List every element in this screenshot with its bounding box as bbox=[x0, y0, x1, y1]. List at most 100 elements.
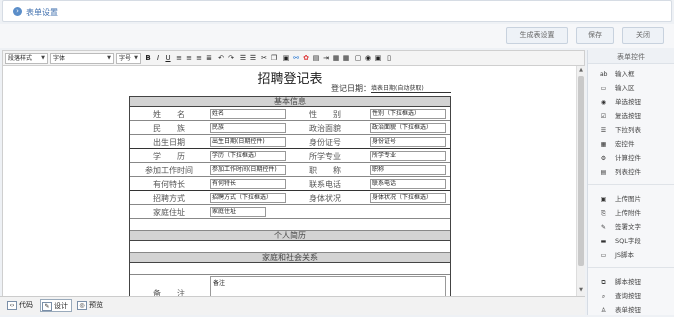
sidebar-item-calc[interactable]: ⚙ 计算控件 bbox=[588, 152, 674, 165]
background-icon[interactable]: ▤ bbox=[311, 53, 321, 64]
form-editor[interactable]: 招聘登记表 登记日期： 填表日期(自动获取) 基本信息 姓 名 姓名 性 别 性… bbox=[2, 66, 576, 296]
image-icon[interactable]: ▣ bbox=[281, 53, 291, 64]
editor-toolbar: 段落样式 ▼ 字体 ▼ 字号 ▼ B I U ≡ ≡ ≡ ≣ ↶ ↷ ☰ ☰ ✂ ❐ … bbox=[2, 50, 585, 66]
close-button[interactable]: 关闭 bbox=[622, 27, 664, 44]
gear-icon: ⚙ bbox=[600, 155, 607, 162]
field-input[interactable]: 性别（下拉框选） bbox=[370, 109, 446, 119]
list-icon: ▤ bbox=[600, 169, 607, 176]
sidebar-item-radio[interactable]: ◉ 单选按钮 bbox=[588, 96, 674, 109]
sidebar-item-signature[interactable]: ✎ 签署文字 bbox=[588, 221, 674, 234]
preview-icon[interactable]: ◉ bbox=[363, 53, 373, 64]
sidebar-item-upload-image[interactable]: ▣ 上传图片 bbox=[588, 193, 674, 206]
table-row: 招聘方式 招聘方式（下拉框选） 身体状况 身体状况（下拉框选） bbox=[130, 191, 450, 205]
justify-icon[interactable]: ≣ bbox=[204, 53, 214, 64]
sidebar-item-js[interactable]: ▭ JS脚本 bbox=[588, 249, 674, 262]
indent-icon[interactable]: ⇥ bbox=[321, 53, 331, 64]
fill-date-label: 登记日期： bbox=[331, 84, 371, 93]
unordered-list-icon[interactable]: ☰ bbox=[248, 53, 258, 64]
sidebar-item-textarea[interactable]: ▭ 输入区 bbox=[588, 82, 674, 95]
sidebar-item-macro[interactable]: ▦ 宏控件 bbox=[588, 138, 674, 151]
cut-icon[interactable]: ✂ bbox=[259, 53, 269, 64]
sidebar-item-select[interactable]: ☰ 下拉列表 bbox=[588, 124, 674, 137]
align-right-icon[interactable]: ≡ bbox=[194, 53, 204, 64]
field-label: 身体状况 bbox=[309, 194, 341, 203]
table-cell-icon[interactable]: ▦ bbox=[341, 53, 351, 64]
undo-icon[interactable]: ↶ bbox=[216, 53, 226, 64]
generate-button[interactable]: 生成表设置 bbox=[506, 27, 568, 44]
align-center-icon[interactable]: ≡ bbox=[184, 53, 194, 64]
field-input[interactable]: 所学专业 bbox=[370, 151, 446, 161]
address-input[interactable]: 家庭住址 bbox=[210, 207, 266, 217]
header-panel: › 表单设置 bbox=[2, 0, 672, 22]
field-input[interactable]: 出生日期(日期控件) bbox=[210, 137, 286, 147]
editor-scrollbar[interactable]: ▲ ▼ bbox=[576, 66, 585, 296]
save-button[interactable]: 保存 bbox=[576, 27, 614, 44]
field-input[interactable]: 招聘方式（下拉框选） bbox=[210, 193, 286, 203]
remark-textarea[interactable]: 备注 bbox=[210, 276, 446, 296]
field-label: 家庭住址 bbox=[153, 208, 185, 217]
macro-icon: ▦ bbox=[600, 141, 607, 148]
editor-mode-tabs: ‹› 代码 ✎ 设计 ◎ 预览 bbox=[0, 296, 585, 315]
link-icon[interactable]: ⚯ bbox=[291, 53, 301, 64]
sidebar-item-list[interactable]: ▤ 列表控件 bbox=[588, 166, 674, 179]
field-label: 学 历 bbox=[153, 152, 185, 161]
color-icon[interactable]: ✿ bbox=[301, 53, 311, 64]
field-label: 出生日期 bbox=[153, 138, 185, 147]
section-family: 家庭和社会关系 bbox=[130, 253, 450, 263]
redo-icon[interactable]: ↷ bbox=[226, 53, 236, 64]
tab-preview[interactable]: ◎ 预览 bbox=[76, 299, 103, 312]
sidebar-item-sql[interactable]: ▬ SQL字段 bbox=[588, 235, 674, 248]
paragraph-style-select[interactable]: 段落样式 ▼ bbox=[5, 53, 48, 64]
bold-icon[interactable]: B bbox=[143, 53, 153, 64]
field-label: 有何特长 bbox=[153, 180, 185, 189]
field-label: 身份证号 bbox=[309, 138, 341, 147]
blank-row bbox=[130, 263, 450, 275]
italic-icon[interactable]: I bbox=[153, 53, 163, 64]
font-select[interactable]: 字体 ▼ bbox=[50, 53, 114, 64]
registration-table: 基本信息 姓 名 姓名 性 别 性别（下拉框选） 民 族 民族 政治面貌 政治面… bbox=[129, 96, 451, 296]
page-title: 表单设置 bbox=[26, 8, 58, 17]
sidebar-item-query-button[interactable]: ⌕ 查询按钮 bbox=[588, 290, 674, 303]
circle-arrow-icon[interactable]: › bbox=[13, 7, 22, 16]
ordered-list-icon[interactable]: ☰ bbox=[238, 53, 248, 64]
font-size-select[interactable]: 字号 ▼ bbox=[116, 53, 141, 64]
sidebar-item-upload-file[interactable]: ⎘ 上传附件 bbox=[588, 207, 674, 220]
field-input[interactable]: 姓名 bbox=[210, 109, 286, 119]
page-icon[interactable]: ▯ bbox=[384, 53, 394, 64]
field-input[interactable]: 职称 bbox=[370, 165, 446, 175]
fill-date-field[interactable]: 填表日期(自动获取) bbox=[371, 83, 451, 93]
field-label: 参加工作时间 bbox=[145, 166, 193, 175]
sidebar-title: 表单控件 bbox=[588, 50, 674, 64]
field-input[interactable]: 民族 bbox=[210, 123, 286, 133]
field-label: 联系电话 bbox=[309, 180, 341, 189]
field-label: 所学专业 bbox=[309, 152, 341, 161]
table-icon[interactable]: ▦ bbox=[331, 53, 341, 64]
media-icon[interactable]: ▣ bbox=[373, 53, 383, 64]
layout-icon[interactable]: ▢ bbox=[353, 53, 363, 64]
field-input[interactable]: 学历（下拉框选） bbox=[210, 151, 286, 161]
field-input[interactable]: 联系电话 bbox=[370, 179, 446, 189]
tab-code[interactable]: ‹› 代码 bbox=[6, 299, 33, 312]
field-label: 职 称 bbox=[309, 166, 341, 175]
copy-icon[interactable]: ❐ bbox=[269, 53, 279, 64]
table-row: 有何特长 有何特长 联系电话 联系电话 bbox=[130, 177, 450, 191]
form-button-icon: ♙ bbox=[600, 307, 607, 314]
sidebar-item-text-input[interactable]: ab 输入框 bbox=[588, 68, 674, 81]
section-basic: 基本信息 bbox=[130, 97, 450, 107]
tab-design[interactable]: ✎ 设计 bbox=[40, 299, 72, 312]
sidebar-item-script-button[interactable]: ⧉ 脚本按钮 bbox=[588, 276, 674, 289]
field-input[interactable]: 政治面貌（下拉框选） bbox=[370, 123, 446, 133]
sidebar-item-form-button[interactable]: ♙ 表单按钮 bbox=[588, 304, 674, 317]
align-left-icon[interactable]: ≡ bbox=[174, 53, 184, 64]
field-input[interactable]: 参加工作时间(日期控件) bbox=[210, 165, 286, 175]
text-input-icon: ab bbox=[600, 71, 608, 78]
scroll-thumb[interactable] bbox=[578, 76, 584, 266]
field-input[interactable]: 身体状况（下拉框选） bbox=[370, 193, 446, 203]
underline-icon[interactable]: U bbox=[163, 53, 173, 64]
field-input[interactable]: 身份证号 bbox=[370, 137, 446, 147]
sidebar-item-checkbox[interactable]: ☑ 复选按钮 bbox=[588, 110, 674, 123]
field-input[interactable]: 有何特长 bbox=[210, 179, 286, 189]
scroll-down-icon[interactable]: ▼ bbox=[577, 287, 585, 293]
scroll-up-icon[interactable]: ▲ bbox=[577, 67, 585, 73]
upload-image-icon: ▣ bbox=[600, 196, 607, 203]
